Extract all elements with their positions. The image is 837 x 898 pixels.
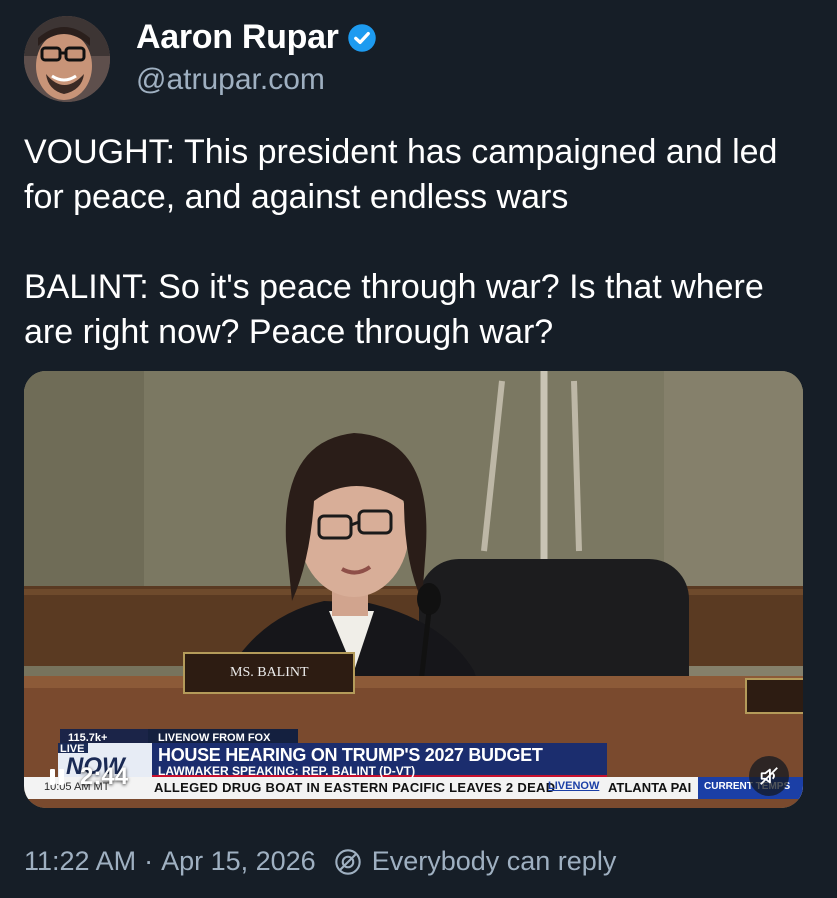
video-frame (24, 371, 803, 808)
news-ticker: ALLEGED DRUG BOAT IN EASTERN PACIFIC LEA… (154, 780, 556, 795)
ticker-brand: LIVENOW (548, 780, 600, 792)
post-paragraph: BALINT: So it's peace through war? Is th… (24, 268, 764, 351)
broadcast-speaker: LAWMAKER SPEAKING: REP. BALINT (D-VT) (158, 764, 416, 778)
post-date[interactable]: Apr 15, 2026 (161, 846, 316, 877)
video-duration: 2:44 (80, 763, 129, 790)
post-text: VOUGHT: This president has campaigned an… (24, 130, 814, 355)
author-display-name[interactable]: Aaron Rupar (136, 18, 339, 57)
reply-setting[interactable]: Everybody can reply (372, 846, 617, 877)
ticker-city: ATLANTA PAI (608, 780, 692, 795)
verified-badge-icon (347, 23, 376, 52)
post-meta: 11:22 AM · Apr 15, 2026 Everybody can re… (24, 846, 616, 877)
video-player[interactable]: 115.7k+ LIVENOW FROM FOX LIVE NOW HOUSE … (24, 371, 803, 808)
avatar-image (24, 16, 110, 102)
post-author: Aaron Rupar @atrupar.com (136, 18, 377, 97)
author-handle[interactable]: @atrupar.com (136, 63, 377, 97)
broadcast-source: LIVENOW FROM FOX (158, 732, 271, 744)
meta-separator: · (144, 846, 154, 876)
muted-speaker-icon (760, 767, 778, 785)
broadcast-headline: HOUSE HEARING ON TRUMP'S 2027 BUDGET (158, 745, 543, 765)
post-time[interactable]: 11:22 AM (24, 846, 136, 877)
avatar[interactable] (24, 16, 110, 102)
pause-icon[interactable] (46, 766, 68, 788)
reply-setting-icon (334, 848, 361, 875)
nameplate: MS. BALINT (230, 665, 309, 680)
post-paragraph: VOUGHT: This president has campaigned an… (24, 133, 778, 216)
mute-button[interactable] (749, 756, 789, 796)
